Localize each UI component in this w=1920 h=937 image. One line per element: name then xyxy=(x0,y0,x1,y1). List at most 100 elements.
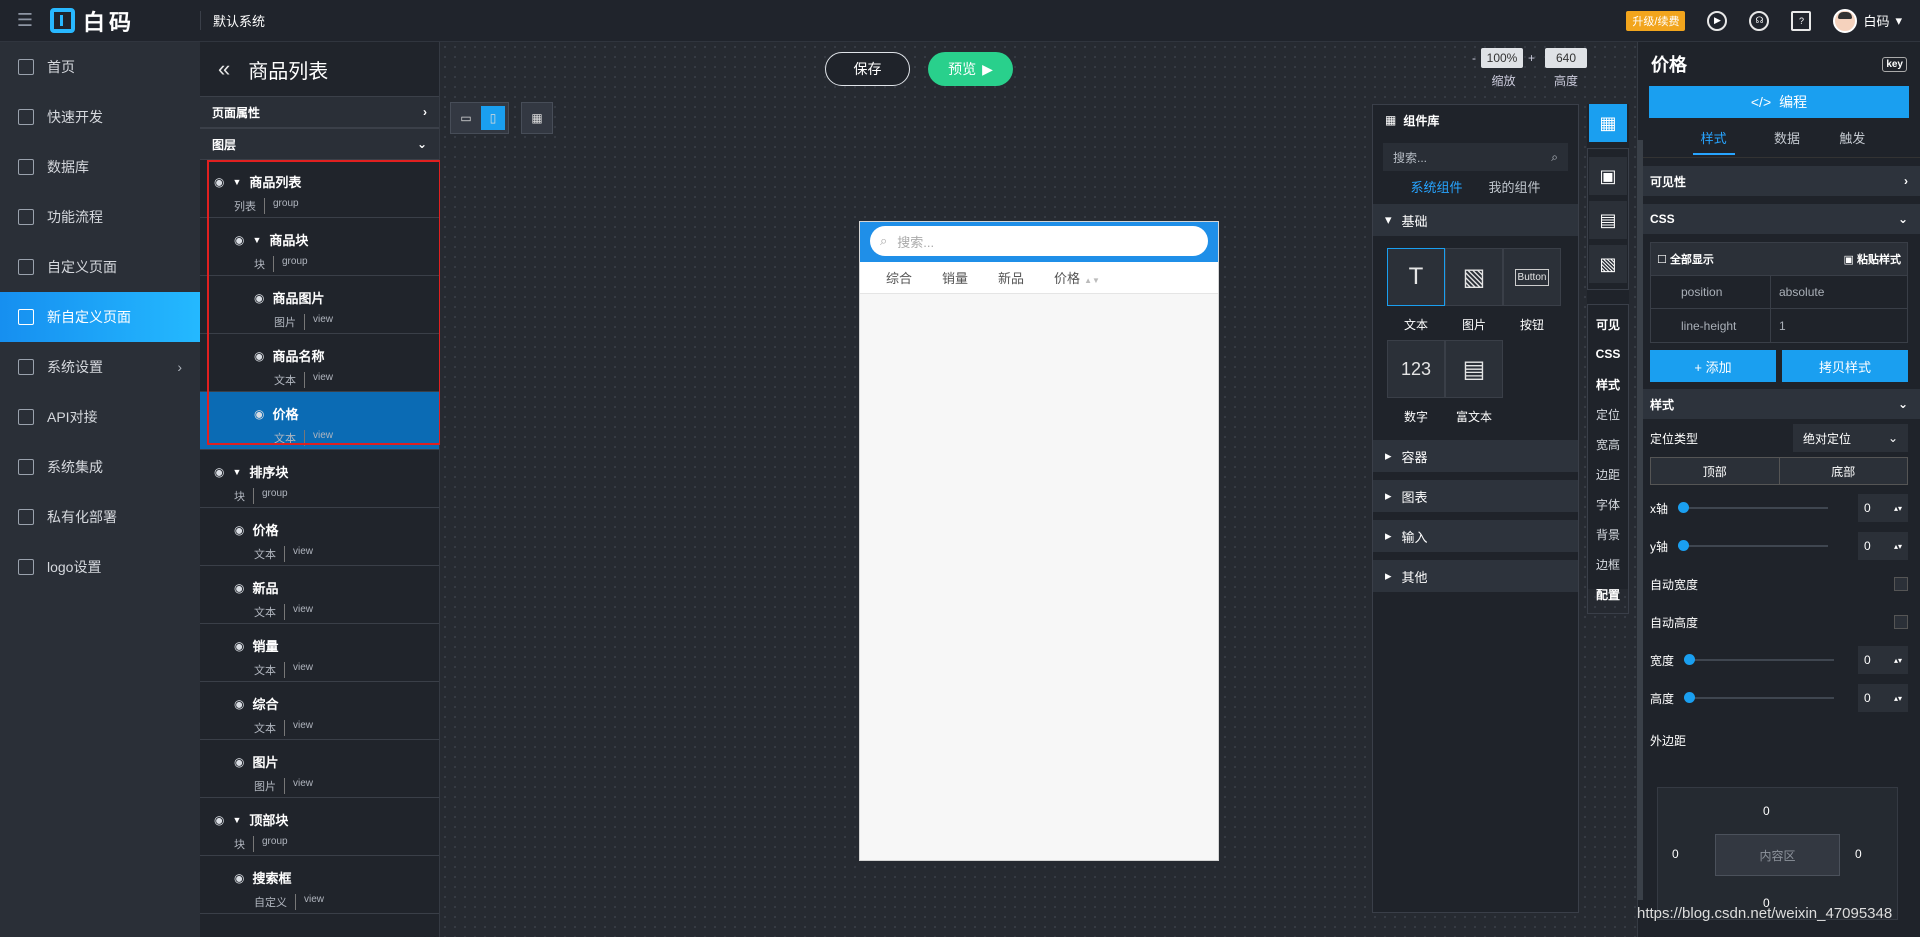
margin-right-input[interactable]: 0 xyxy=(1855,847,1862,861)
eye-icon[interactable]: ◉ xyxy=(254,407,264,421)
layers-header[interactable]: 图层 ⌄ xyxy=(200,128,439,160)
eye-icon[interactable]: ◉ xyxy=(214,813,224,827)
add-css-button[interactable]: + 添加 xyxy=(1650,350,1776,382)
x-slider[interactable] xyxy=(1678,502,1829,513)
y-input[interactable]: 0 ▴▾ xyxy=(1858,532,1908,560)
bottom-anchor-button[interactable]: 底部 xyxy=(1779,458,1907,484)
copy-style-button[interactable]: 拷贝样式 xyxy=(1782,350,1908,382)
position-type-select[interactable]: 绝对定位 ⌄ xyxy=(1793,424,1908,452)
component-item[interactable]: ▤ 富文本 xyxy=(1445,340,1503,432)
shortcut-item[interactable]: 字体 xyxy=(1588,489,1628,519)
layer-row[interactable]: ◉ 商品名称 文本 view xyxy=(200,334,439,392)
eye-icon[interactable]: ◉ xyxy=(214,175,224,189)
sidebar-item[interactable]: 系统集成 xyxy=(0,442,200,492)
sort-tab[interactable]: 新品 xyxy=(998,268,1024,287)
grid-icon[interactable]: ▦ xyxy=(525,106,549,130)
height-input[interactable]: 640 xyxy=(1545,48,1588,68)
shortcut-item[interactable]: 可见 xyxy=(1588,309,1628,339)
sidebar-item[interactable]: 快速开发 xyxy=(0,92,200,142)
sidebar-item[interactable]: 数据库 xyxy=(0,142,200,192)
layer-row[interactable]: ◉ 销量 文本 view xyxy=(200,624,439,682)
sidebar-item[interactable]: 私有化部署 xyxy=(0,492,200,542)
zoom-in-button[interactable]: + xyxy=(1528,51,1535,65)
properties-scrollbar[interactable] xyxy=(1637,140,1643,900)
shortcut-item[interactable]: 边框 xyxy=(1588,549,1628,579)
image-icon[interactable]: ▧ xyxy=(1589,245,1627,283)
category-header[interactable]: ▸ 输入 xyxy=(1373,520,1578,552)
sidebar-item[interactable]: 自定义页面 xyxy=(0,242,200,292)
layer-row[interactable]: ◉ ▼ 商品块块 group xyxy=(200,218,439,276)
help-icon[interactable]: ? xyxy=(1791,10,1812,31)
phone-search-input[interactable]: ⌕ 搜索... xyxy=(870,226,1208,256)
page-properties-header[interactable]: 页面属性 › xyxy=(200,96,439,128)
layer-row[interactable]: ◉ 新品 文本 view xyxy=(200,566,439,624)
component-item[interactable]: Button 按钮 xyxy=(1503,248,1561,340)
desktop-icon[interactable]: ▭ xyxy=(454,106,478,130)
zoom-out-button[interactable]: - xyxy=(1472,51,1476,65)
user-menu[interactable]: 白码 ▾ xyxy=(1833,8,1902,33)
eye-icon[interactable]: ◉ xyxy=(234,755,244,769)
eye-icon[interactable]: ◉ xyxy=(254,291,264,305)
zoom-input[interactable]: 100% xyxy=(1481,48,1523,68)
margin-top-input[interactable]: 0 xyxy=(1763,804,1770,818)
css-key[interactable]: line-height xyxy=(1651,309,1771,342)
eye-icon[interactable]: ◉ xyxy=(234,523,244,537)
width-input[interactable]: 0 ▴▾ xyxy=(1858,646,1908,674)
system-name[interactable]: 默认系统 xyxy=(200,11,265,30)
tab-system-components[interactable]: 系统组件 xyxy=(1410,177,1462,196)
auto-height-checkbox[interactable] xyxy=(1894,615,1908,629)
component-search-input[interactable]: 搜索... ⌕ xyxy=(1383,143,1568,171)
sort-tab[interactable]: 价格 ▲▼ xyxy=(1054,268,1100,287)
layer-row[interactable]: ◉ 价格 文本 view xyxy=(200,392,439,450)
eye-icon[interactable]: ◉ xyxy=(234,581,244,595)
x-input[interactable]: 0 ▴▾ xyxy=(1858,494,1908,522)
collapse-icon[interactable]: ▼ xyxy=(232,467,241,477)
code-button[interactable]: </> 编程 xyxy=(1649,86,1909,118)
category-header[interactable]: ▾ 基础 xyxy=(1373,204,1578,236)
collapse-icon[interactable]: ▼ xyxy=(252,235,261,245)
back-icon[interactable]: « xyxy=(218,56,230,82)
collapse-icon[interactable]: ▼ xyxy=(232,815,241,825)
sidebar-item[interactable]: logo设置 xyxy=(0,542,200,592)
eye-icon[interactable]: ◉ xyxy=(214,465,224,479)
show-all-toggle[interactable]: ☐ 全部显示 xyxy=(1657,251,1714,267)
shortcut-item[interactable]: CSS xyxy=(1588,339,1628,369)
shortcut-item[interactable]: 背景 xyxy=(1588,519,1628,549)
headset-icon[interactable]: ☊ xyxy=(1749,10,1770,31)
margin-left-input[interactable]: 0 xyxy=(1672,847,1679,861)
save-button[interactable]: 保存 xyxy=(825,52,910,86)
eye-icon[interactable]: ◉ xyxy=(234,871,244,885)
height-prop-input[interactable]: 0 ▴▾ xyxy=(1858,684,1908,712)
preview-button[interactable]: 预览 ▶ xyxy=(928,52,1013,86)
component-item[interactable]: 123 数字 xyxy=(1387,340,1445,432)
upgrade-badge[interactable]: 升级/续费 xyxy=(1626,10,1686,31)
key-button[interactable]: key xyxy=(1882,56,1907,72)
shortcut-item[interactable]: 配置 xyxy=(1588,579,1628,609)
layer-row[interactable]: ◉ 价格 文本 view xyxy=(200,508,439,566)
sidebar-item[interactable]: 功能流程 xyxy=(0,192,200,242)
visibility-section[interactable]: 可见性 › xyxy=(1638,166,1920,196)
layer-row[interactable]: ◉ ▼ 排序块块 group xyxy=(200,450,439,508)
style-section[interactable]: 样式 ⌄ xyxy=(1638,389,1920,419)
layer-row[interactable]: ◉ 搜索框 自定义 view xyxy=(200,856,439,914)
sidebar-item[interactable]: 首页 xyxy=(0,42,200,92)
layer-row[interactable]: ◉ ▼ 商品列表 列表 group xyxy=(200,160,439,218)
sidebar-item[interactable]: API对接 xyxy=(0,392,200,442)
play-icon[interactable]: ▶ xyxy=(1707,10,1728,31)
sort-tab[interactable]: 综合 xyxy=(886,268,912,287)
css-section[interactable]: CSS ⌄ xyxy=(1638,204,1920,234)
layer-row[interactable]: ◉ 图片 图片 view xyxy=(200,740,439,798)
y-slider[interactable] xyxy=(1678,540,1829,551)
mobile-icon[interactable]: ▯ xyxy=(481,106,505,130)
layer-row[interactable]: ◉ ▼ 顶部块块 group xyxy=(200,798,439,856)
clipboard-icon[interactable]: ▣ xyxy=(1589,157,1627,195)
shortcut-item[interactable]: 样式 xyxy=(1588,369,1628,399)
eye-icon[interactable]: ◉ xyxy=(234,233,244,247)
tab-style[interactable]: 样式 xyxy=(1692,128,1735,155)
eye-icon[interactable]: ◉ xyxy=(254,349,264,363)
tab-trigger[interactable]: 触发 xyxy=(1839,128,1865,157)
auto-width-checkbox[interactable] xyxy=(1894,577,1908,591)
tab-my-components[interactable]: 我的组件 xyxy=(1489,177,1541,196)
paste-style-button[interactable]: ▣ 粘贴样式 xyxy=(1844,251,1901,267)
top-anchor-button[interactable]: 顶部 xyxy=(1651,458,1780,484)
